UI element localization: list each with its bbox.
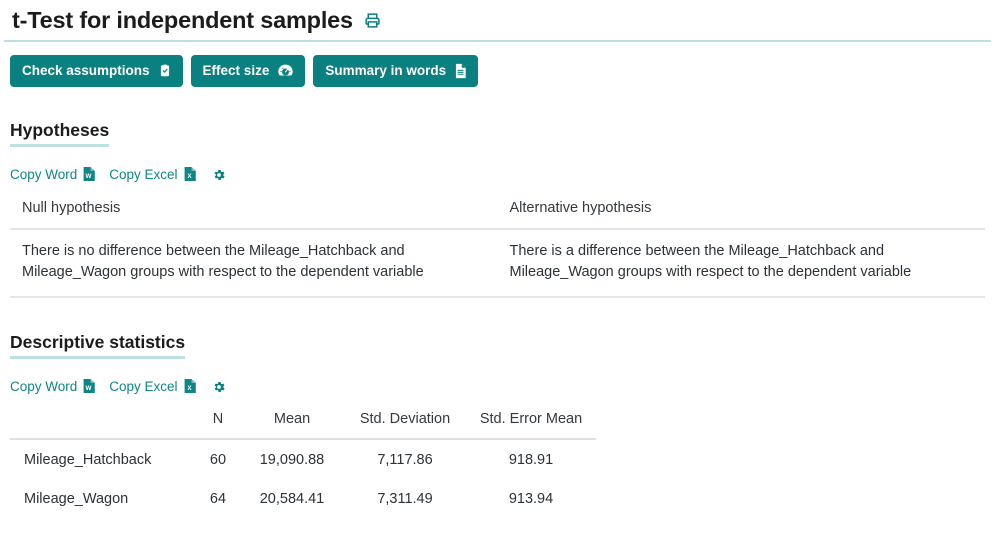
descriptive-copy-excel-link[interactable]: Copy Excel X: [109, 378, 196, 396]
check-assumptions-button[interactable]: Check assumptions: [10, 54, 183, 87]
word-icon: W: [82, 378, 96, 396]
page-title: t-Test for independent samples: [12, 7, 353, 33]
descriptive-col-std-error-mean: Std. Error Mean: [466, 408, 596, 441]
descriptive-copy-word-label: Copy Word: [10, 379, 78, 395]
effect-size-label: Effect size: [202, 63, 270, 79]
descriptive-col-std-deviation: Std. Deviation: [344, 408, 466, 441]
descriptive-col-group: [10, 408, 196, 441]
null-hypothesis-text: There is no difference between the Milea…: [10, 229, 498, 298]
row-sd-value: 7,117.86: [377, 452, 433, 469]
table-row: There is no difference between the Milea…: [10, 229, 985, 298]
descriptive-header-row: N Mean Std. Deviation Std. Error Mean: [10, 408, 596, 441]
check-assumptions-label: Check assumptions: [22, 63, 150, 79]
hypotheses-copy-word-link[interactable]: Copy Word W: [10, 166, 96, 184]
ttest-results-page: t-Test for independent samples Check ass…: [0, 0, 997, 537]
row-mean-value: 20,584.41: [259, 491, 325, 508]
descriptive-statistics-section: Descriptive statistics Copy Word W Copy …: [0, 298, 997, 519]
gauge-icon: [277, 63, 294, 78]
summary-in-words-label: Summary in words: [325, 63, 447, 79]
word-icon: W: [82, 166, 96, 184]
excel-icon: X: [183, 166, 196, 184]
alternative-hypothesis-text: There is a difference between the Mileag…: [497, 229, 985, 298]
descriptive-settings-gear-icon[interactable]: [212, 380, 226, 394]
hypotheses-copy-row: Copy Word W Copy Excel X: [0, 166, 997, 184]
descriptive-col-mean: Mean: [240, 408, 344, 441]
table-row: Mileage_Hatchback 60 19,090.88 7,117.86 …: [10, 439, 596, 479]
descriptive-col-n: N: [196, 408, 240, 441]
descriptive-statistics-heading: Descriptive statistics: [10, 332, 186, 359]
page-header: t-Test for independent samples: [4, 0, 991, 42]
excel-icon: X: [183, 378, 196, 396]
hypotheses-col-null: Null hypothesis: [10, 196, 498, 231]
row-n-value: 64: [209, 491, 227, 508]
clipboard-check-icon: [158, 63, 172, 78]
descriptive-copy-excel-label: Copy Excel: [109, 379, 178, 395]
table-row: Mileage_Wagon 64 20,584.41 7,311.49 913.…: [10, 479, 596, 518]
action-button-row: Check assumptions Effect size Summary in…: [0, 42, 997, 87]
row-mean-value: 19,090.88: [259, 452, 325, 469]
hypotheses-copy-word-label: Copy Word: [10, 167, 78, 183]
row-sd-value: 7,311.49: [377, 491, 433, 508]
document-text-icon: [454, 63, 467, 79]
hypotheses-settings-gear-icon[interactable]: [212, 168, 226, 182]
descriptive-copy-word-link[interactable]: Copy Word W: [10, 378, 96, 396]
hypotheses-copy-excel-link[interactable]: Copy Excel X: [109, 166, 196, 184]
descriptive-copy-row: Copy Word W Copy Excel X: [0, 378, 997, 396]
descriptive-statistics-table: N Mean Std. Deviation Std. Error Mean Mi…: [10, 408, 596, 518]
svg-text:W: W: [86, 173, 92, 180]
row-n-value: 60: [209, 452, 227, 469]
hypotheses-table: Null hypothesis Alternative hypothesis T…: [10, 196, 985, 298]
hypotheses-col-alternative: Alternative hypothesis: [497, 196, 985, 231]
row-group-label: Mileage_Hatchback: [24, 452, 152, 469]
summary-in-words-button[interactable]: Summary in words: [313, 54, 479, 87]
hypotheses-copy-excel-label: Copy Excel: [109, 167, 178, 183]
hypotheses-section: Hypotheses Copy Word W Copy Excel X Null…: [0, 87, 997, 298]
svg-text:W: W: [86, 384, 92, 391]
print-icon[interactable]: [364, 12, 381, 29]
row-sem-value: 918.91: [508, 452, 554, 469]
effect-size-button[interactable]: Effect size: [190, 54, 306, 87]
row-group-label: Mileage_Wagon: [24, 491, 129, 508]
hypotheses-heading: Hypotheses: [10, 120, 110, 147]
hypotheses-header-row: Null hypothesis Alternative hypothesis: [10, 196, 985, 231]
row-sem-value: 913.94: [508, 491, 554, 508]
